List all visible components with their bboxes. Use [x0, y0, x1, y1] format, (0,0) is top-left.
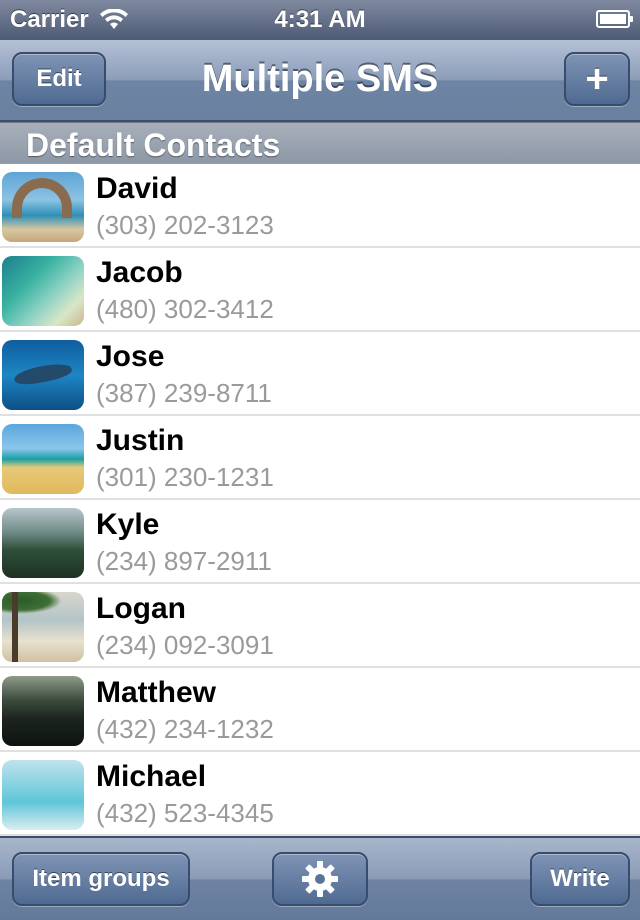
- contact-name: Jose: [96, 340, 165, 373]
- contact-name: Jacob: [96, 256, 183, 289]
- contact-phone: (480) 302-3412: [96, 294, 274, 324]
- contact-name: Logan: [96, 592, 186, 625]
- contact-list: David (303) 202-3123 Jacob (480) 302-341…: [0, 164, 640, 836]
- contact-phone: (234) 897-2911: [96, 546, 272, 576]
- section-header: Default Contacts: [0, 122, 640, 164]
- contact-name: Michael: [96, 760, 207, 793]
- contact-photo: [2, 676, 84, 746]
- contact-photo: [2, 424, 84, 494]
- contact-row[interactable]: Logan (234) 092-3091: [0, 584, 640, 668]
- item-groups-button[interactable]: Item groups: [12, 852, 190, 906]
- status-bar: Carrier 4:31 AM: [0, 0, 640, 40]
- contact-photo: [2, 760, 84, 830]
- contact-name: Justin: [96, 424, 185, 457]
- contact-name: David: [96, 172, 178, 205]
- settings-button[interactable]: [272, 852, 368, 906]
- app-screen: Carrier 4:31 AM Edit Multiple SMS + Defa…: [0, 0, 640, 920]
- write-button[interactable]: Write: [530, 852, 630, 906]
- bottom-toolbar: Item groups Write: [0, 836, 640, 920]
- contact-row[interactable]: David (303) 202-3123: [0, 164, 640, 248]
- add-contact-button[interactable]: +: [564, 52, 630, 106]
- contact-phone: (234) 092-3091: [96, 630, 274, 660]
- contact-photo: [2, 508, 84, 578]
- contact-row[interactable]: Jose (387) 239-8711: [0, 332, 640, 416]
- contact-photo: [2, 592, 84, 662]
- gear-icon: [302, 861, 338, 897]
- status-time: 4:31 AM: [274, 6, 366, 33]
- contact-row[interactable]: Jacob (480) 302-3412: [0, 248, 640, 332]
- contact-phone: (303) 202-3123: [96, 210, 274, 240]
- contact-row[interactable]: Kyle (234) 897-2911: [0, 500, 640, 584]
- contact-row[interactable]: Justin (301) 230-1231: [0, 416, 640, 500]
- section-title: Default Contacts: [26, 127, 281, 163]
- page-title: Multiple SMS: [201, 58, 439, 100]
- contact-name: Matthew: [96, 676, 216, 709]
- contact-row[interactable]: Matthew (432) 234-1232: [0, 668, 640, 752]
- contact-row[interactable]: Michael (432) 523-4345: [0, 752, 640, 836]
- contact-phone: (387) 239-8711: [96, 378, 272, 408]
- battery-icon: [596, 10, 633, 28]
- contact-phone: (432) 234-1232: [96, 714, 274, 744]
- contact-photo: [2, 340, 84, 410]
- contact-name: Kyle: [96, 508, 160, 541]
- contact-phone: (301) 230-1231: [96, 462, 274, 492]
- contact-photo: [2, 256, 84, 326]
- contact-photo: [2, 172, 84, 242]
- contact-phone: (432) 523-4345: [96, 798, 274, 828]
- navigation-bar: Edit Multiple SMS +: [0, 40, 640, 122]
